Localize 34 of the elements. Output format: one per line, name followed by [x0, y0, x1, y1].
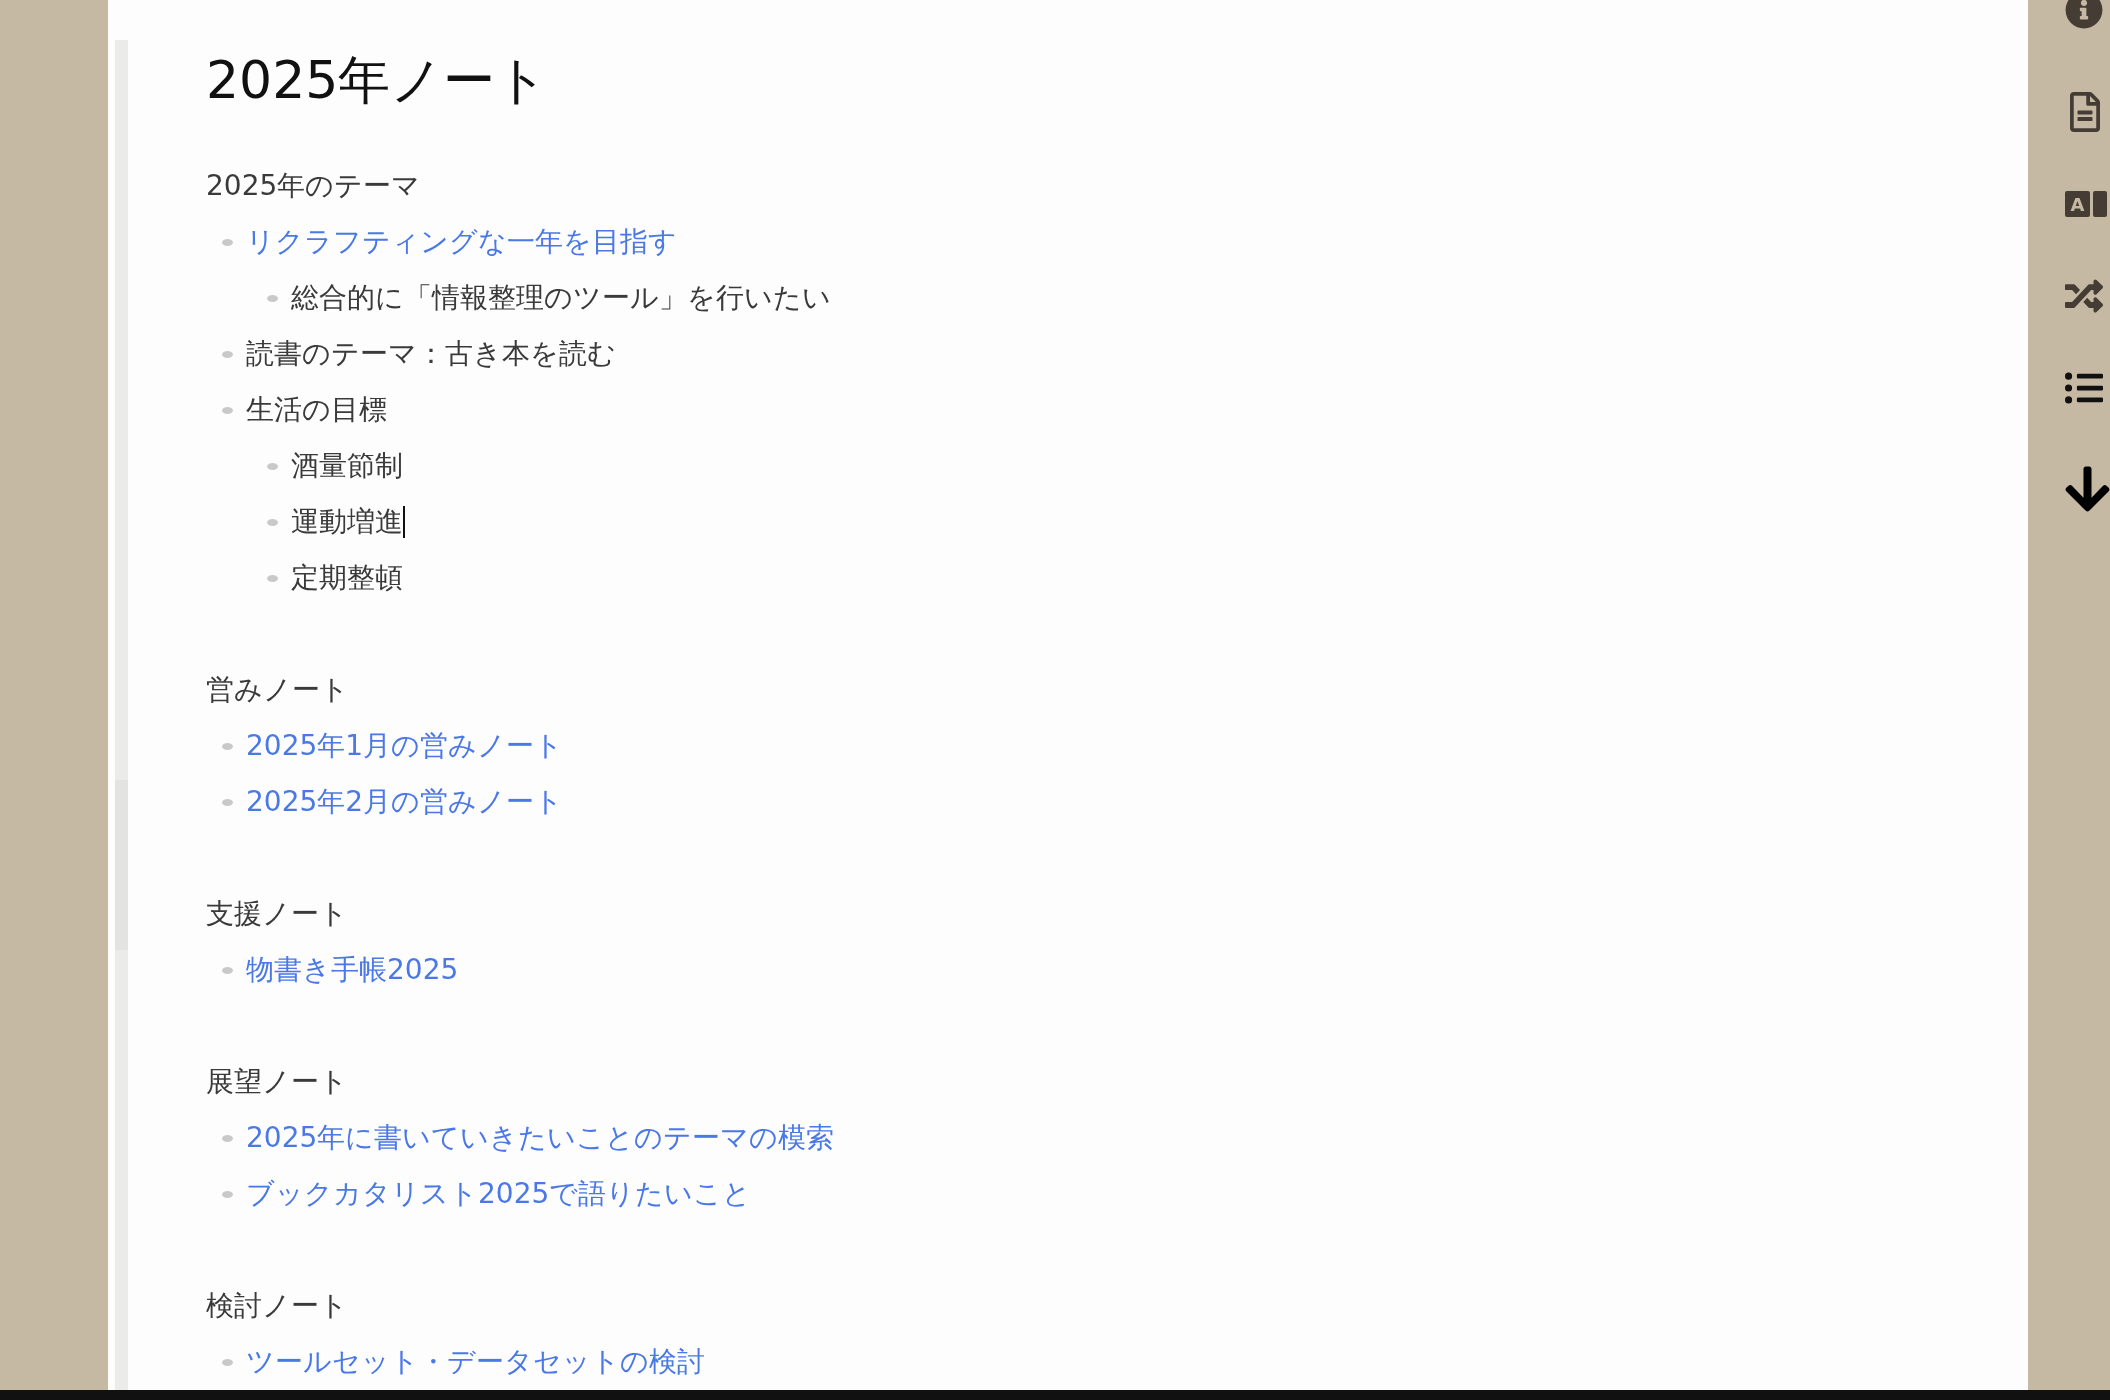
bullet-icon: [222, 1358, 233, 1366]
bullet-icon: [222, 350, 233, 358]
list-item-text: 酒量節制: [291, 448, 403, 484]
note-link[interactable]: ブックカタリスト2025で語りたいこと: [246, 1175, 752, 1213]
bullet-icon: [222, 238, 233, 246]
list-item-text: 定期整頓: [291, 560, 403, 596]
bullet-icon: [222, 742, 233, 750]
section-heading: 展望ノート: [206, 1064, 348, 1100]
note-link[interactable]: 2025年に書いていきたいことのテーマの模索: [246, 1119, 835, 1157]
note-link[interactable]: 2025年2月の営みノート: [246, 783, 564, 821]
bullet-icon: [222, 406, 233, 414]
list-item-text: 運動増進: [291, 504, 403, 540]
shuffle-icon[interactable]: [2065, 277, 2103, 315]
section-heading: 検討ノート: [206, 1288, 348, 1324]
section-heading: 2025年のテーマ: [206, 168, 421, 204]
bullet-icon: [267, 574, 278, 582]
bullet-icon: [267, 518, 278, 526]
bullet-icon: [267, 294, 278, 302]
info-icon[interactable]: [2065, 0, 2103, 29]
note-link[interactable]: ツールセット・データセットの検討: [246, 1343, 705, 1381]
page-title: 2025年ノート: [206, 49, 550, 112]
bullet-icon: [222, 1190, 233, 1198]
bullet-icon: [222, 1134, 233, 1142]
list-item-text: 総合的に「情報整理のツール」を行いたい: [291, 280, 831, 316]
section-heading: 支援ノート: [206, 896, 348, 932]
list-item-text: 読書のテーマ：古き本を読む: [246, 336, 616, 372]
note-link[interactable]: 2025年1月の営みノート: [246, 727, 564, 765]
bullet-icon: [222, 966, 233, 974]
list-item-text: 生活の目標: [246, 392, 387, 428]
note-link[interactable]: リクラフティングな一年を目指す: [246, 223, 677, 261]
bullet-icon: [267, 462, 278, 470]
note-link[interactable]: 物書き手帳2025: [246, 951, 459, 989]
bullet-icon: [222, 798, 233, 806]
section-heading: 営みノート: [206, 672, 349, 708]
